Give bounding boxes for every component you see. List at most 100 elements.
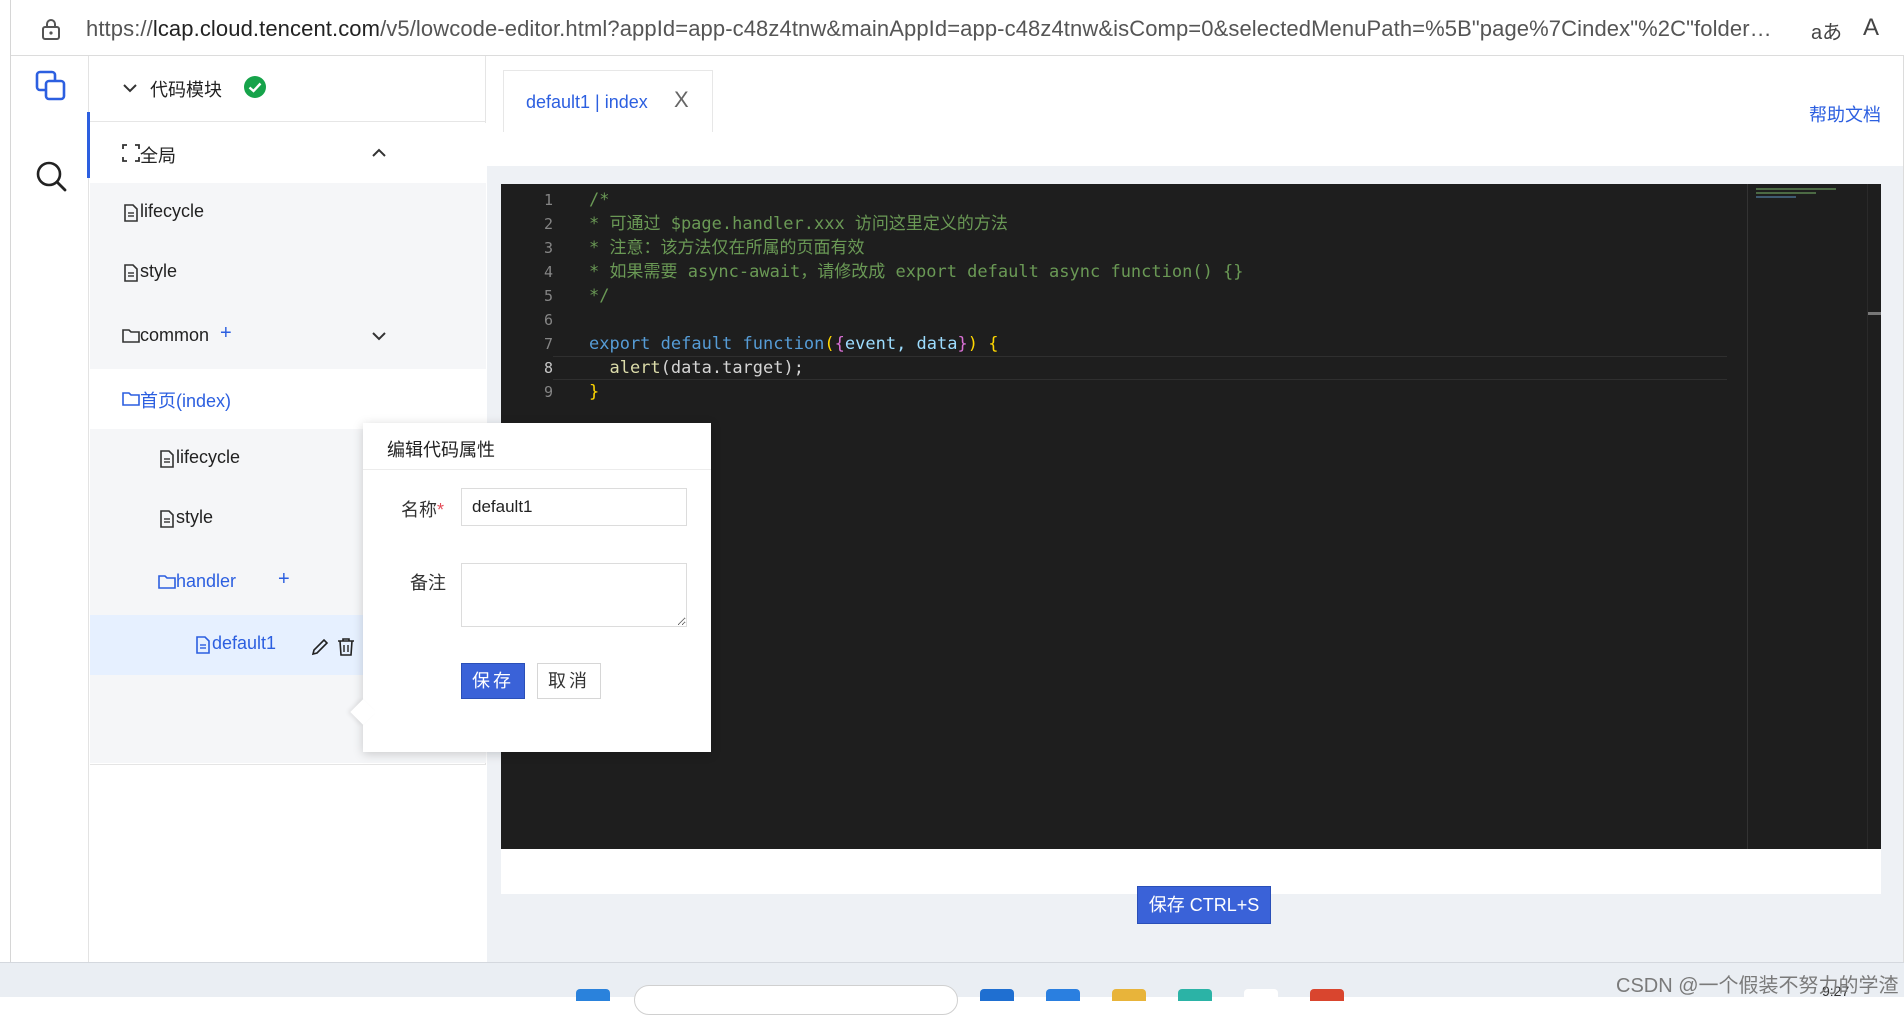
tree-item-label: common: [140, 325, 210, 345]
minimap[interactable]: [1747, 184, 1867, 849]
tab-label: default1 | index: [526, 92, 648, 112]
code-token: {: [834, 334, 845, 354]
code-token: (: [824, 334, 835, 354]
line-number: 7: [543, 335, 553, 353]
line-number-active: 8: [543, 359, 553, 377]
url-text[interactable]: https://lcap.cloud.tencent.com/v5/lowcod…: [86, 16, 1786, 42]
folder-icon: [158, 575, 176, 589]
url-path: /v5/lowcode-editor.html?appId=app-c48z4t…: [380, 16, 1786, 41]
code-token: {: [978, 334, 999, 354]
line-number: 3: [543, 239, 553, 257]
read-aloud-icon[interactable]: aあ: [1811, 16, 1842, 45]
edit-code-properties-popover: 编辑代码属性 名称* 备注 保存 取消: [350, 423, 711, 752]
code-token: alert: [609, 358, 661, 378]
search-icon[interactable]: [33, 158, 69, 194]
app-icon[interactable]: [980, 989, 1014, 1001]
watermark: CSDN @一个假装不努力的学渣: [1616, 975, 1899, 997]
code-line: /*: [589, 190, 610, 210]
name-label-text: 名称: [401, 500, 437, 520]
file-icon: [160, 510, 174, 528]
address-bar[interactable]: https://lcap.cloud.tencent.com/v5/lowcod…: [11, 0, 1904, 56]
folder-icon: [122, 392, 140, 406]
chevron-up-icon[interactable]: [370, 144, 388, 162]
check-circle-icon: [244, 76, 266, 98]
file-icon: [196, 636, 210, 654]
code-lines[interactable]: /* * 可通过 $page.handler.xxx 访问这里定义的方法 * 注…: [589, 188, 1881, 404]
chevron-down-icon[interactable]: [370, 327, 388, 345]
minimap-line: [1756, 192, 1816, 194]
save-ctrl-s-button[interactable]: 保存 CTRL+S: [1137, 886, 1271, 924]
tree-item-page-index[interactable]: 首页(index): [90, 369, 486, 429]
line-number-gutter: 1 2 3 4 5 6 7 8 9: [501, 188, 553, 404]
code-token: event, data: [844, 334, 958, 354]
popover-save-button[interactable]: 保存: [461, 663, 525, 699]
file-icon: [124, 204, 138, 222]
tree-item-common[interactable]: common +: [90, 303, 486, 369]
help-docs-link[interactable]: 帮助文档: [1809, 101, 1881, 127]
tree-item-global[interactable]: 全局: [90, 123, 486, 183]
scroll-position-mark: [1868, 312, 1881, 315]
line-number: 4: [543, 263, 553, 281]
edit-pencil-icon[interactable]: [310, 637, 330, 657]
code-token: (data.target);: [660, 358, 804, 378]
start-icon[interactable]: [576, 989, 610, 1001]
tree-item-lifecycle[interactable]: lifecycle: [90, 183, 486, 243]
tab-bar: default1 | index X 帮助文档: [487, 56, 1904, 166]
fullscreen-icon: [122, 144, 140, 162]
tree-item-style[interactable]: style: [90, 243, 486, 303]
folder-app-icon[interactable]: [1112, 989, 1146, 1001]
browser-app-icon[interactable]: [1178, 989, 1212, 1001]
code-token: }: [957, 334, 968, 354]
popover-divider: [363, 469, 711, 470]
line-number: 1: [543, 191, 553, 209]
taskbar-search[interactable]: [634, 985, 958, 1015]
tree-item-label: style: [140, 261, 178, 281]
line-number: 2: [543, 215, 553, 233]
office-app-icon[interactable]: [1310, 989, 1344, 1001]
tree-empty-area: [90, 764, 486, 962]
lock-icon[interactable]: [41, 18, 61, 40]
url-host: lcap.cloud.tencent.com: [152, 16, 381, 41]
tree-header-label: 代码模块: [150, 80, 222, 100]
code-token: export default function: [589, 334, 825, 354]
name-input[interactable]: [461, 488, 687, 526]
tree-item-label: lifecycle: [176, 447, 241, 467]
code-token: ): [967, 334, 978, 354]
close-icon[interactable]: X: [674, 87, 689, 113]
font-size-icon[interactable]: A: [1863, 14, 1879, 42]
add-file-button[interactable]: +: [220, 322, 232, 345]
delete-trash-icon[interactable]: [336, 637, 356, 657]
add-handler-button[interactable]: +: [278, 568, 290, 591]
name-label: 名称*: [401, 496, 444, 522]
popover-cancel-button[interactable]: 取消: [537, 663, 601, 699]
folder-icon: [122, 329, 140, 343]
tree-item-label: 首页(index): [140, 391, 232, 411]
code-line: */: [589, 286, 610, 306]
edge-icon[interactable]: [1046, 989, 1080, 1001]
code-line: export default function({event, data}) {: [589, 332, 1881, 356]
tree-item-label: handler: [176, 571, 237, 591]
popover-title: 编辑代码属性: [387, 440, 495, 460]
vertical-scrollbar[interactable]: [1867, 184, 1881, 849]
os-taskbar: 9:27 CSDN @一个假装不努力的学渣: [0, 962, 1904, 1015]
note-textarea[interactable]: [461, 563, 687, 627]
file-icon: [160, 450, 174, 468]
line-number: 5: [543, 287, 553, 305]
browser-window: https://lcap.cloud.tencent.com/v5/lowcod…: [10, 0, 1904, 962]
code-line: * 如果需要 async-await，请修改成 export default a…: [589, 262, 1244, 282]
minimap-line: [1756, 196, 1796, 198]
chevron-down-icon[interactable]: [122, 80, 138, 96]
activity-rail: [11, 56, 90, 962]
tab-default1-index[interactable]: default1 | index X: [503, 70, 713, 132]
code-line: alert(data.target);: [589, 356, 1881, 380]
minimap-line: [1756, 188, 1836, 190]
tree-item-label: lifecycle: [140, 201, 205, 221]
note-label: 备注: [410, 573, 446, 593]
app-icon[interactable]: [1244, 989, 1278, 1001]
code-module-icon[interactable]: [33, 68, 69, 104]
tree-item-label: 全局: [140, 146, 176, 166]
tree-header[interactable]: 代码模块: [90, 56, 486, 122]
code-line: }: [589, 382, 600, 402]
line-number: 9: [543, 383, 553, 401]
